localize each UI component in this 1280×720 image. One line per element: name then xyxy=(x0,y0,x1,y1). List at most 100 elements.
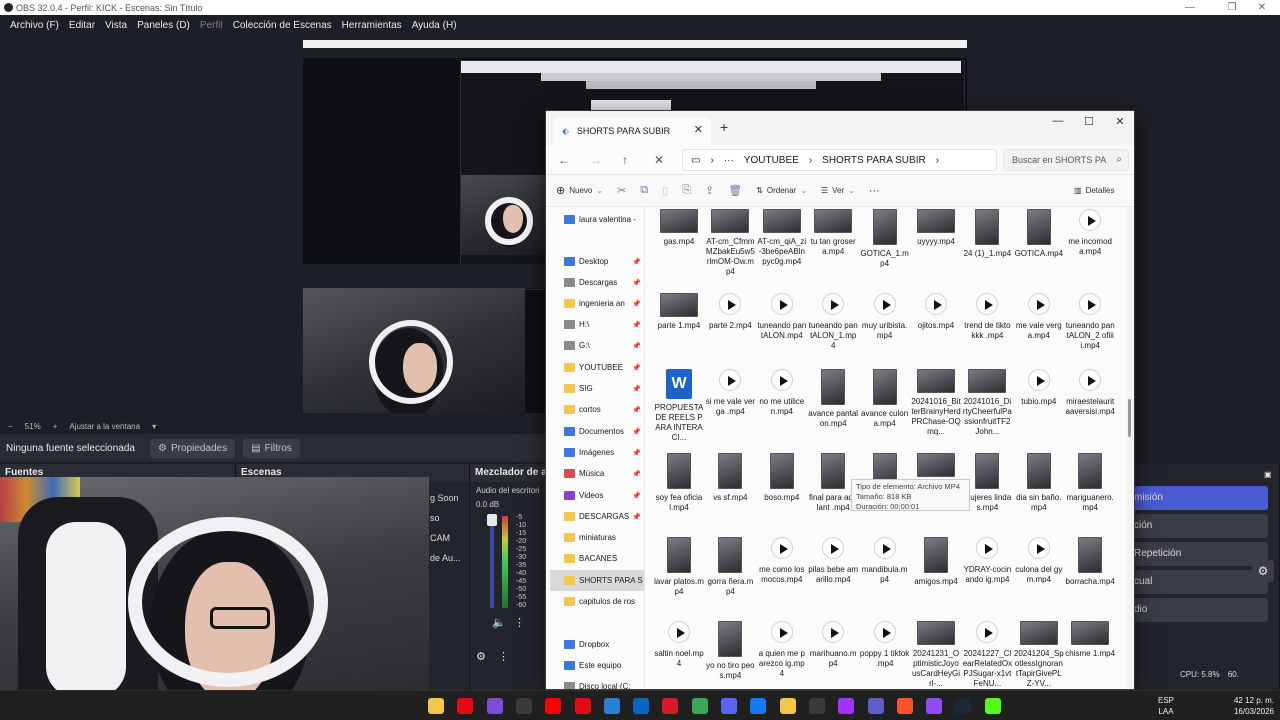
copy-icon[interactable]: ⧉ xyxy=(640,184,648,197)
close-tab-icon[interactable]: ✕ xyxy=(694,123,703,136)
nav-item[interactable]: Desktop 📌 xyxy=(550,251,644,272)
nav-item[interactable]: Dropbox xyxy=(550,634,644,655)
virtual-camera-button[interactable]: cual xyxy=(1134,570,1268,594)
file-item[interactable]: muy uribista.mp4 xyxy=(860,293,910,341)
close-button[interactable]: ✕ xyxy=(1244,0,1280,15)
start-recording-button[interactable]: ción xyxy=(1134,514,1268,538)
scene-item[interactable]: CAM xyxy=(430,528,461,548)
nav-item[interactable]: Este equipo xyxy=(550,655,644,676)
nav-item[interactable]: Documentos 📌 xyxy=(550,421,644,442)
file-item[interactable]: lavar platos.mp4 xyxy=(654,537,704,597)
filters-button[interactable]: ▤ Filtros xyxy=(243,438,300,458)
language-indicator[interactable]: ESP LAA xyxy=(1158,695,1174,717)
file-item[interactable]: YDRAY-cocinando ig.mp4 xyxy=(962,537,1012,585)
file-item[interactable]: AT-cm_CfmmMZbakEu5w5rlmOM-Ow.mp4 xyxy=(705,209,755,277)
new-tab-button[interactable]: + xyxy=(720,119,728,135)
file-item[interactable]: amigos.mp4 xyxy=(911,537,961,587)
scene-item[interactable]: g Soon xyxy=(430,488,461,508)
edge-icon[interactable] xyxy=(603,698,620,714)
youtube-icon[interactable] xyxy=(545,698,562,714)
clipchamp-icon[interactable] xyxy=(926,698,943,714)
scene-item[interactable]: so xyxy=(430,508,461,528)
chrome-icon[interactable] xyxy=(691,698,708,714)
details-button[interactable]: ▥ Detalles xyxy=(1074,186,1114,195)
studio-mode-button[interactable]: dio xyxy=(1134,598,1268,622)
netflix-icon[interactable] xyxy=(457,698,474,714)
delete-icon[interactable]: 🗑 xyxy=(728,184,742,197)
file-item[interactable]: avance pantalon.mp4 xyxy=(808,369,858,429)
view-button[interactable]: ☰ Ver ⌄ xyxy=(821,186,855,195)
nav-item[interactable]: Disco local (C: xyxy=(550,676,644,689)
menu-perfil[interactable]: Perfil xyxy=(195,20,228,31)
nav-item[interactable]: cortos 📌 xyxy=(550,399,644,420)
file-item[interactable]: chisme 1.mp4 xyxy=(1065,621,1115,659)
nav-item[interactable]: BACANES xyxy=(550,548,644,569)
maximize-button[interactable]: ☐ xyxy=(1075,115,1103,128)
vertical-scrollbar[interactable] xyxy=(1126,207,1134,689)
address-path[interactable]: ▭ › ··· YOUTUBEE › SHORTS PARA SUBIR › xyxy=(682,149,997,171)
close-button[interactable]: ✕ xyxy=(1106,115,1134,128)
file-item[interactable]: 20241227_ClearRelatedOxPJSugar-x1vtFeNU.… xyxy=(962,621,1012,689)
back-button[interactable]: ← xyxy=(558,153,570,167)
nav-item[interactable]: Descargas 📌 xyxy=(550,272,644,293)
file-item[interactable]: a quien me parezco ig.mp4 xyxy=(757,621,807,679)
file-item[interactable]: ojitos.mp4 xyxy=(911,293,961,331)
file-item[interactable]: 20241231_OptimisticJoyousCardHeyGirl-... xyxy=(911,621,961,689)
file-item[interactable]: 20241204_SpotlessIgnorantTapirGivePLZ-YV… xyxy=(1014,621,1064,689)
teams-icon[interactable] xyxy=(867,698,884,714)
explorer-folder-icon[interactable] xyxy=(428,698,444,714)
discord-icon[interactable] xyxy=(721,698,737,714)
share-icon[interactable]: ⇪ xyxy=(705,184,714,197)
obs-icon[interactable] xyxy=(808,698,825,714)
kebab-menu-icon[interactable]: ⋮ xyxy=(514,616,525,629)
file-item[interactable]: GOTICA.mp4 xyxy=(1014,209,1064,259)
messenger-icon[interactable] xyxy=(838,698,855,714)
menu-vista[interactable]: Vista xyxy=(100,20,132,31)
nav-item[interactable]: Música 📌 xyxy=(550,463,644,484)
nav-item[interactable]: ingenieria an 📌 xyxy=(550,293,644,314)
up-button[interactable]: ↑ xyxy=(622,153,628,167)
menu-editar[interactable]: Editar xyxy=(64,20,100,31)
file-item[interactable]: tubio.mp4 xyxy=(1014,369,1064,407)
replay-buffer-button[interactable]: Repetición xyxy=(1134,542,1268,566)
netflix-red-icon[interactable] xyxy=(574,698,591,714)
menu-coleccion-escenas[interactable]: Colección de Escenas xyxy=(228,20,337,31)
file-item[interactable]: parte 1.mp4 xyxy=(654,293,704,331)
file-item[interactable]: vs sf.mp4 xyxy=(705,453,755,503)
file-item[interactable]: me como los mocos.mp4 xyxy=(757,537,807,585)
file-item[interactable]: uyyyy.mp4 xyxy=(911,209,961,247)
properties-button[interactable]: ⚙ Propiedades xyxy=(150,438,236,458)
zoom-in-button[interactable]: + xyxy=(53,422,58,431)
volume-slider[interactable] xyxy=(490,516,494,608)
start-stream-button[interactable]: misión xyxy=(1134,486,1268,510)
file-item[interactable]: borracha.mp4 xyxy=(1065,537,1115,587)
menu-herramientas[interactable]: Herramientas xyxy=(337,20,407,31)
file-item[interactable]: me incomoda.mp4 xyxy=(1065,209,1115,257)
file-item[interactable]: 20241016_DirtyCheerfulPassionfruitTF2Joh… xyxy=(962,369,1012,437)
file-item[interactable]: tuneando pantALON_1.mp4 xyxy=(808,293,858,351)
file-item[interactable]: gas.mp4 xyxy=(654,209,704,247)
zoom-fit-select[interactable]: Ajustar a la ventana xyxy=(69,422,140,431)
file-item[interactable]: poppy 1 tiktok .mp4 xyxy=(860,621,910,669)
file-item[interactable]: tu tan grosera.mp4 xyxy=(808,209,858,257)
facebook-icon[interactable] xyxy=(750,698,767,714)
dock-popout-icon[interactable]: ▣ xyxy=(1264,470,1272,479)
nav-item[interactable]: SHORTS PARA S xyxy=(550,570,644,591)
file-item[interactable]: me vale verga.mp4 xyxy=(1014,293,1064,341)
nav-item[interactable]: H:\ 📌 xyxy=(550,314,644,335)
nav-item[interactable]: YOUTUBEE 📌 xyxy=(550,357,644,378)
file-explorer-icon[interactable] xyxy=(779,698,796,714)
outlook-icon[interactable] xyxy=(633,698,650,714)
file-item[interactable]: tuneando pantALON_2 ofiiii.mp4 xyxy=(1065,293,1115,351)
nav-item[interactable]: Videos 📌 xyxy=(550,485,644,506)
file-item[interactable]: si me vale verga .mp4 xyxy=(705,369,755,417)
steam-icon[interactable] xyxy=(955,698,972,714)
menu-paneles[interactable]: Paneles (D) xyxy=(132,20,195,31)
file-item[interactable]: soy fea oficial.mp4 xyxy=(654,453,704,513)
file-item[interactable]: avance culona.mp4 xyxy=(860,369,910,429)
nav-item[interactable]: DESCARGAS 📌 xyxy=(550,506,644,527)
file-item[interactable]: 20241016_BitterBrainyHerdPRChase-OQmq... xyxy=(911,369,961,437)
store-icon[interactable] xyxy=(515,698,532,714)
opera-icon[interactable] xyxy=(662,698,679,714)
minimize-button[interactable]: — xyxy=(1172,0,1208,15)
